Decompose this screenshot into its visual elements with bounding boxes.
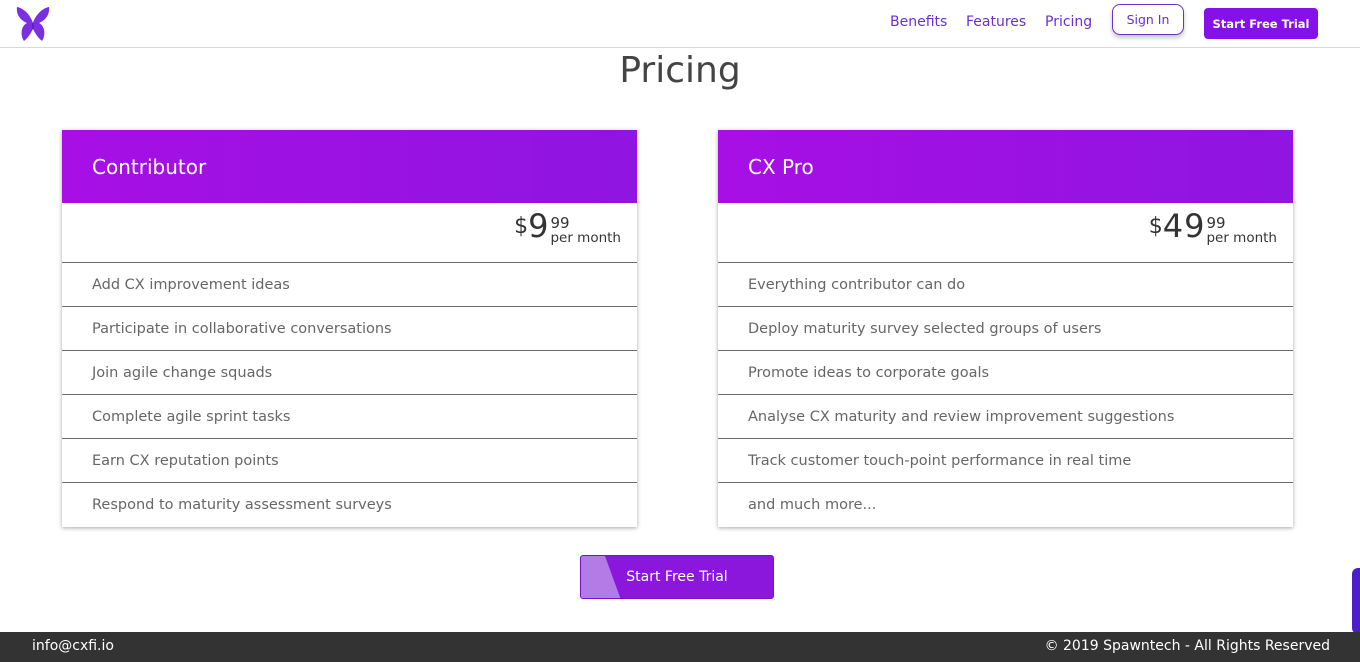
nav-features-link[interactable]: Features [966,14,1026,30]
plan-feature-item: Join agile change squads [62,351,637,395]
price-amount: 49 [1162,207,1206,245]
plan-card-cx-pro: CX Pro $ 49 99 per month Everything cont… [718,130,1293,527]
plan-feature-item: Complete agile sprint tasks [62,395,637,439]
footer-email-link[interactable]: info@cxfi.io [32,638,114,654]
price-amount: 9 [528,207,550,245]
plan-price-row: $ 9 99 per month [62,203,637,263]
plan-feature-item: Participate in collaborative conversatio… [62,307,637,351]
plan-feature-item: and much more... [748,497,877,513]
start-free-trial-label: Start Free Trial [626,569,728,585]
plan-name: Contributor [92,154,207,179]
plan-price-row: $ 49 99 per month [718,203,1293,263]
side-feedback-tab[interactable] [1352,568,1360,634]
price-currency: $ [1148,214,1163,239]
nav-benefits-link[interactable]: Benefits [890,14,947,30]
price-period: per month [550,230,621,246]
plan-feature-item: Add CX improvement ideas [62,263,637,307]
footer-copyright: © 2019 Spawntech - All Rights Reserved [1044,638,1330,654]
start-free-trial-button[interactable]: Start Free Trial [580,555,774,599]
plan-feature-item: Promote ideas to corporate goals [718,351,1293,395]
page-title: Pricing [619,50,741,91]
nav-pricing-link[interactable]: Pricing [1045,14,1092,30]
plan-feature-item: Everything contributor can do [718,263,1293,307]
header-start-free-trial-button[interactable]: Start Free Trial [1204,8,1318,39]
page-footer: info@cxfi.io © 2019 Spawntech - All Righ… [0,632,1360,662]
plan-card-header: Contributor [62,130,637,203]
plan-feature-item: Respond to maturity assessment surveys [92,497,392,513]
plan-feature-item: Analyse CX maturity and review improveme… [718,395,1293,439]
plan-name: CX Pro [748,154,814,179]
price-cents: 99 [550,214,570,232]
plan-feature-item: Track customer touch-point performance i… [718,439,1293,483]
plan-card-header: CX Pro [718,130,1293,203]
plan-price: $ 49 99 per month [1149,207,1277,257]
top-navbar: Benefits Features Pricing Sign In Start … [0,0,1360,48]
sign-in-button[interactable]: Sign In [1112,4,1184,35]
price-currency: $ [514,214,529,239]
plan-feature-item: Earn CX reputation points [62,439,637,483]
price-period: per month [1206,230,1277,246]
plan-card-contributor: Contributor $ 9 99 per month Add CX impr… [62,130,637,527]
plan-feature-item: Deploy maturity survey selected groups o… [718,307,1293,351]
butterfly-logo-icon[interactable] [14,4,52,44]
plan-price: $ 9 99 per month [514,207,621,257]
price-cents: 99 [1206,214,1226,232]
